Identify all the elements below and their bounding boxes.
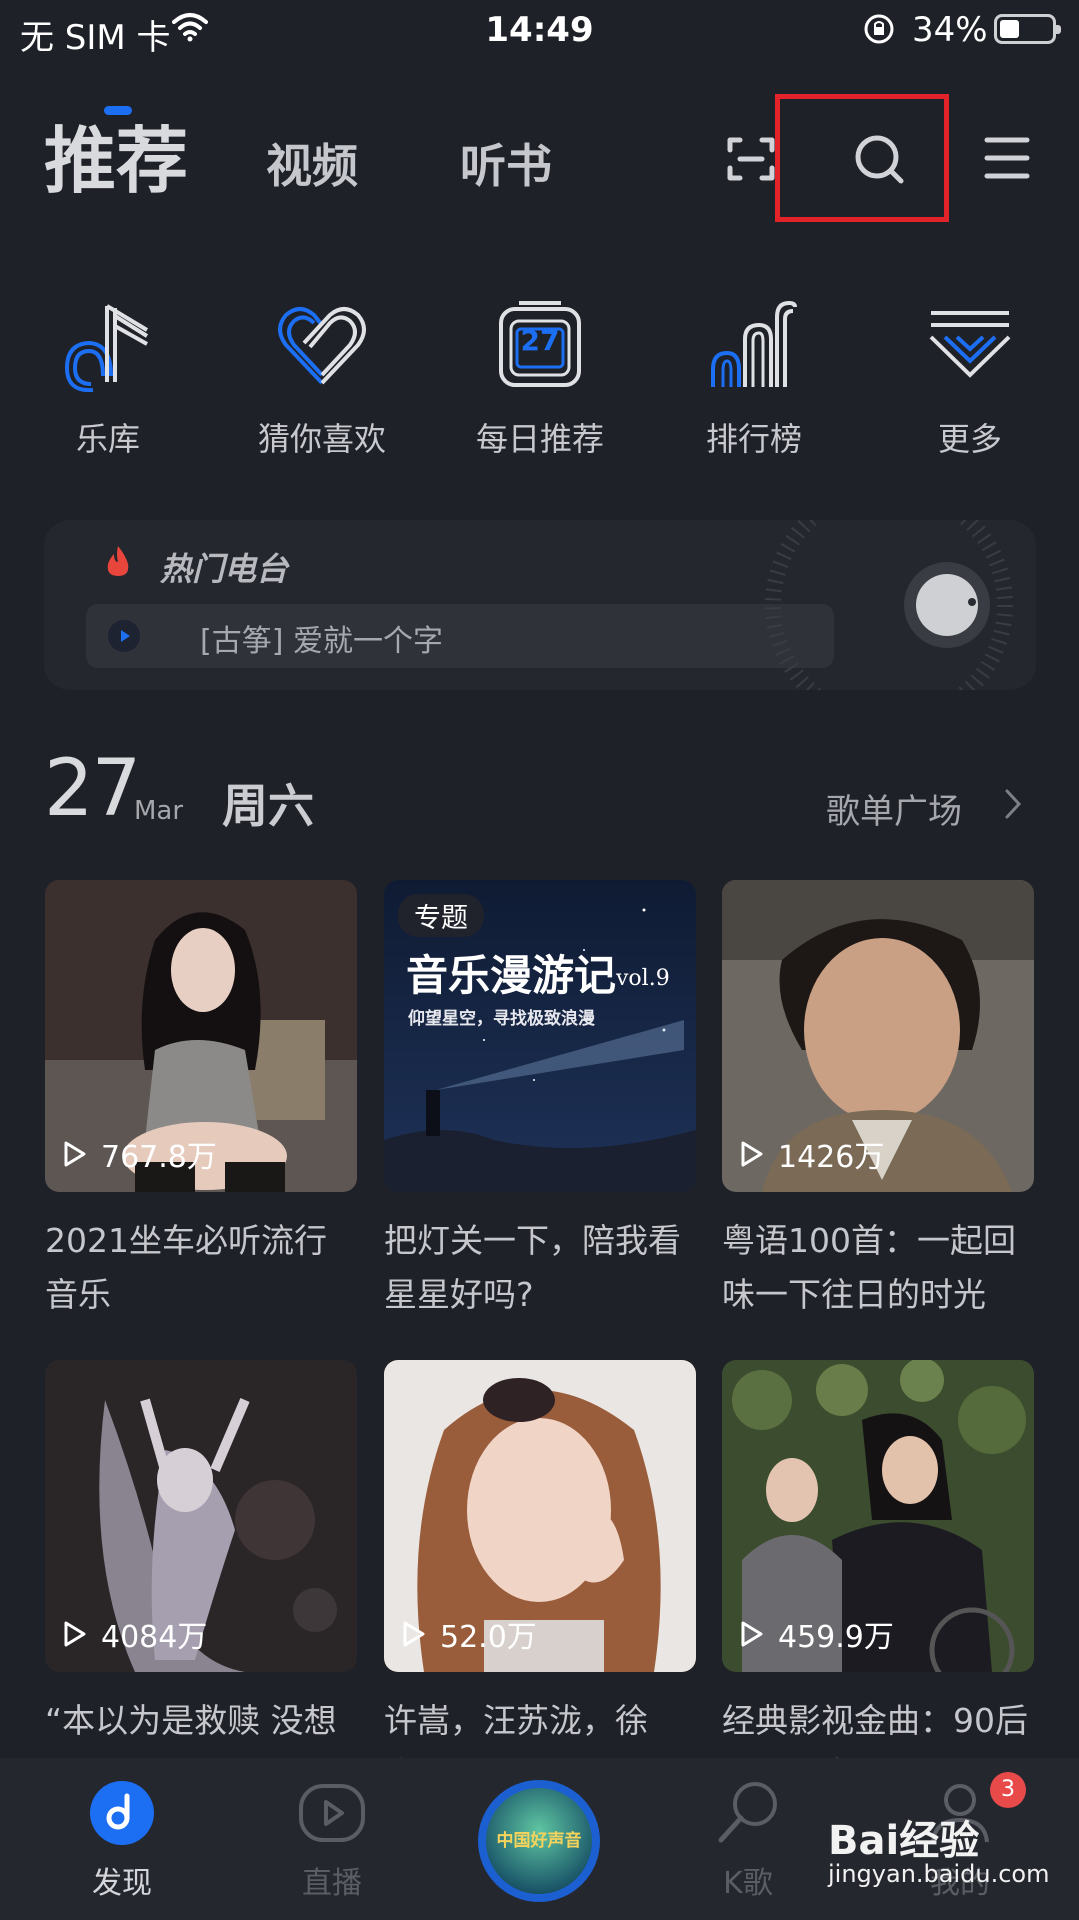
tab-video[interactable]: 视频 bbox=[266, 130, 358, 196]
disc-caption: 中国好声音 bbox=[496, 1831, 582, 1851]
play-icon bbox=[403, 1621, 425, 1647]
nav-karaoke[interactable]: K歌 bbox=[668, 1780, 828, 1902]
date-row: 27 Mar 周六 歌单广场 bbox=[0, 744, 1079, 834]
battery-percent: 34% bbox=[912, 10, 988, 50]
center-disc-button[interactable]: 中国好声音 bbox=[478, 1780, 600, 1902]
playlist-card[interactable]: 1426万 粤语100首：一起回味一下往日的时光 bbox=[722, 880, 1034, 1322]
feature-daily-recommend[interactable]: 27 每日推荐 bbox=[440, 296, 640, 460]
battery-icon bbox=[994, 14, 1061, 44]
nav-live[interactable]: 直播 bbox=[252, 1780, 412, 1902]
tab-audiobook[interactable]: 听书 bbox=[460, 130, 552, 196]
playlist-cover[interactable]: 专题 音乐漫游记 vol.9 仰望星空，寻找极致浪漫 bbox=[384, 880, 696, 1192]
playlist-title[interactable]: 粤语100首：一起回味一下往日的时光 bbox=[722, 1214, 1034, 1322]
date-month: Mar bbox=[134, 796, 184, 826]
status-bar: 无 SIM 卡 14:49 34% bbox=[0, 0, 1079, 60]
search-highlight-box bbox=[775, 94, 949, 222]
feature-label: 猜你喜欢 bbox=[257, 420, 386, 458]
play-count-value: 52.0万 bbox=[440, 1620, 537, 1655]
play-count-value: 1426万 bbox=[778, 1140, 885, 1175]
chevron-right-icon[interactable] bbox=[1004, 788, 1022, 820]
feature-shortcuts: 乐库 猜你喜欢 27 每日推荐 排行榜 更多 bbox=[0, 296, 1079, 466]
play-icon bbox=[64, 1141, 86, 1167]
play-count: 4084万 bbox=[63, 1612, 207, 1656]
topic-tag: 专题 bbox=[398, 894, 484, 937]
nav-label: 发现 bbox=[92, 1866, 152, 1901]
play-count-value: 4084万 bbox=[101, 1620, 208, 1655]
nav-label: K歌 bbox=[723, 1866, 773, 1901]
ranking-icon bbox=[711, 300, 797, 387]
flame-icon bbox=[107, 546, 129, 576]
radio-track-name: [古筝] 爱就一个字 bbox=[200, 624, 443, 659]
playlist-title[interactable]: 2021坐车必听流行音乐 bbox=[45, 1214, 357, 1322]
play-icon[interactable] bbox=[108, 620, 140, 652]
feature-label: 每日推荐 bbox=[475, 420, 604, 458]
playlist-plaza-link[interactable]: 歌单广场 bbox=[826, 784, 962, 833]
play-icon bbox=[64, 1621, 86, 1647]
watermark-url: jingyan.baidu.com bbox=[828, 1860, 1050, 1888]
feature-guess-you-like[interactable]: 猜你喜欢 bbox=[222, 296, 422, 460]
radio-knob[interactable] bbox=[904, 562, 990, 648]
heart-icon bbox=[278, 307, 366, 385]
playlist-cover[interactable]: 52.0万 bbox=[384, 1360, 696, 1672]
playlist-cover[interactable]: 459.9万 bbox=[722, 1360, 1034, 1672]
radio-title: 热门电台 bbox=[160, 550, 289, 588]
menu-icon[interactable] bbox=[984, 136, 1030, 180]
feature-ranking[interactable]: 排行榜 bbox=[654, 296, 854, 460]
feature-label: 更多 bbox=[937, 420, 1002, 458]
scan-icon[interactable] bbox=[726, 134, 776, 184]
watermark-logo: Bai经验 bbox=[828, 1818, 980, 1864]
tab-indicator bbox=[104, 106, 132, 115]
play-count: 767.8万 bbox=[63, 1132, 217, 1176]
feature-music-library[interactable]: 乐库 bbox=[8, 296, 208, 460]
cover-subtitle: 仰望星空，寻找极致浪漫 bbox=[408, 1009, 595, 1029]
nav-discover[interactable]: 发现 bbox=[42, 1780, 202, 1902]
discover-icon bbox=[90, 1781, 154, 1845]
live-icon bbox=[299, 1784, 365, 1842]
feature-label: 排行榜 bbox=[705, 420, 802, 458]
playlist-card[interactable]: 459.9万 经典影视金曲：90后青春纪念册 bbox=[722, 1360, 1034, 1802]
play-count-value: 459.9万 bbox=[778, 1620, 894, 1655]
nav-label: 直播 bbox=[302, 1866, 362, 1901]
playlist-card[interactable]: 767.8万 2021坐车必听流行音乐 bbox=[45, 880, 357, 1322]
notification-badge: 3 bbox=[990, 1772, 1026, 1808]
tab-recommend[interactable]: 推荐 bbox=[44, 102, 188, 207]
playlist-card[interactable]: 专题 音乐漫游记 vol.9 仰望星空，寻找极致浪漫 把灯关一下，陪我看星星好吗… bbox=[384, 880, 696, 1322]
date-weekday: 周六 bbox=[222, 779, 314, 833]
playlist-card[interactable]: 4084万 “本以为是救赎 没想到是另一个深渊” bbox=[45, 1360, 357, 1802]
play-count-value: 767.8万 bbox=[101, 1140, 217, 1175]
rotation-lock-icon bbox=[864, 14, 894, 44]
feature-more[interactable]: 更多 bbox=[870, 296, 1070, 460]
microphone-icon bbox=[718, 1782, 777, 1843]
radio-track-row[interactable]: [古筝] 爱就一个字 bbox=[86, 604, 834, 668]
playlist-cover[interactable]: 767.8万 bbox=[45, 880, 357, 1192]
feature-label: 乐库 bbox=[75, 420, 140, 458]
playlist-cover[interactable]: 4084万 bbox=[45, 1360, 357, 1672]
hot-radio-card[interactable]: 热门电台 [古筝] 爱就一个字 bbox=[44, 520, 1036, 690]
more-icon bbox=[929, 311, 1011, 378]
play-count: 52.0万 bbox=[402, 1612, 537, 1656]
play-icon bbox=[741, 1621, 763, 1647]
music-note-icon bbox=[64, 304, 149, 392]
play-count: 459.9万 bbox=[740, 1612, 894, 1656]
play-icon bbox=[741, 1141, 763, 1167]
cover-title: 音乐漫游记 bbox=[406, 951, 617, 1000]
playlist-title[interactable]: 把灯关一下，陪我看星星好吗? bbox=[384, 1214, 696, 1322]
cover-volume: vol.9 bbox=[616, 966, 670, 991]
playlist-cover[interactable]: 1426万 bbox=[722, 880, 1034, 1192]
battery-fill bbox=[1000, 20, 1020, 38]
calendar-day: 27 bbox=[520, 324, 560, 357]
play-count: 1426万 bbox=[740, 1132, 884, 1176]
playlist-card[interactable]: 52.0万 许嵩，汪苏泷，徐良，本兮，小贱 bbox=[384, 1360, 696, 1802]
date-day: 27 bbox=[44, 744, 141, 834]
